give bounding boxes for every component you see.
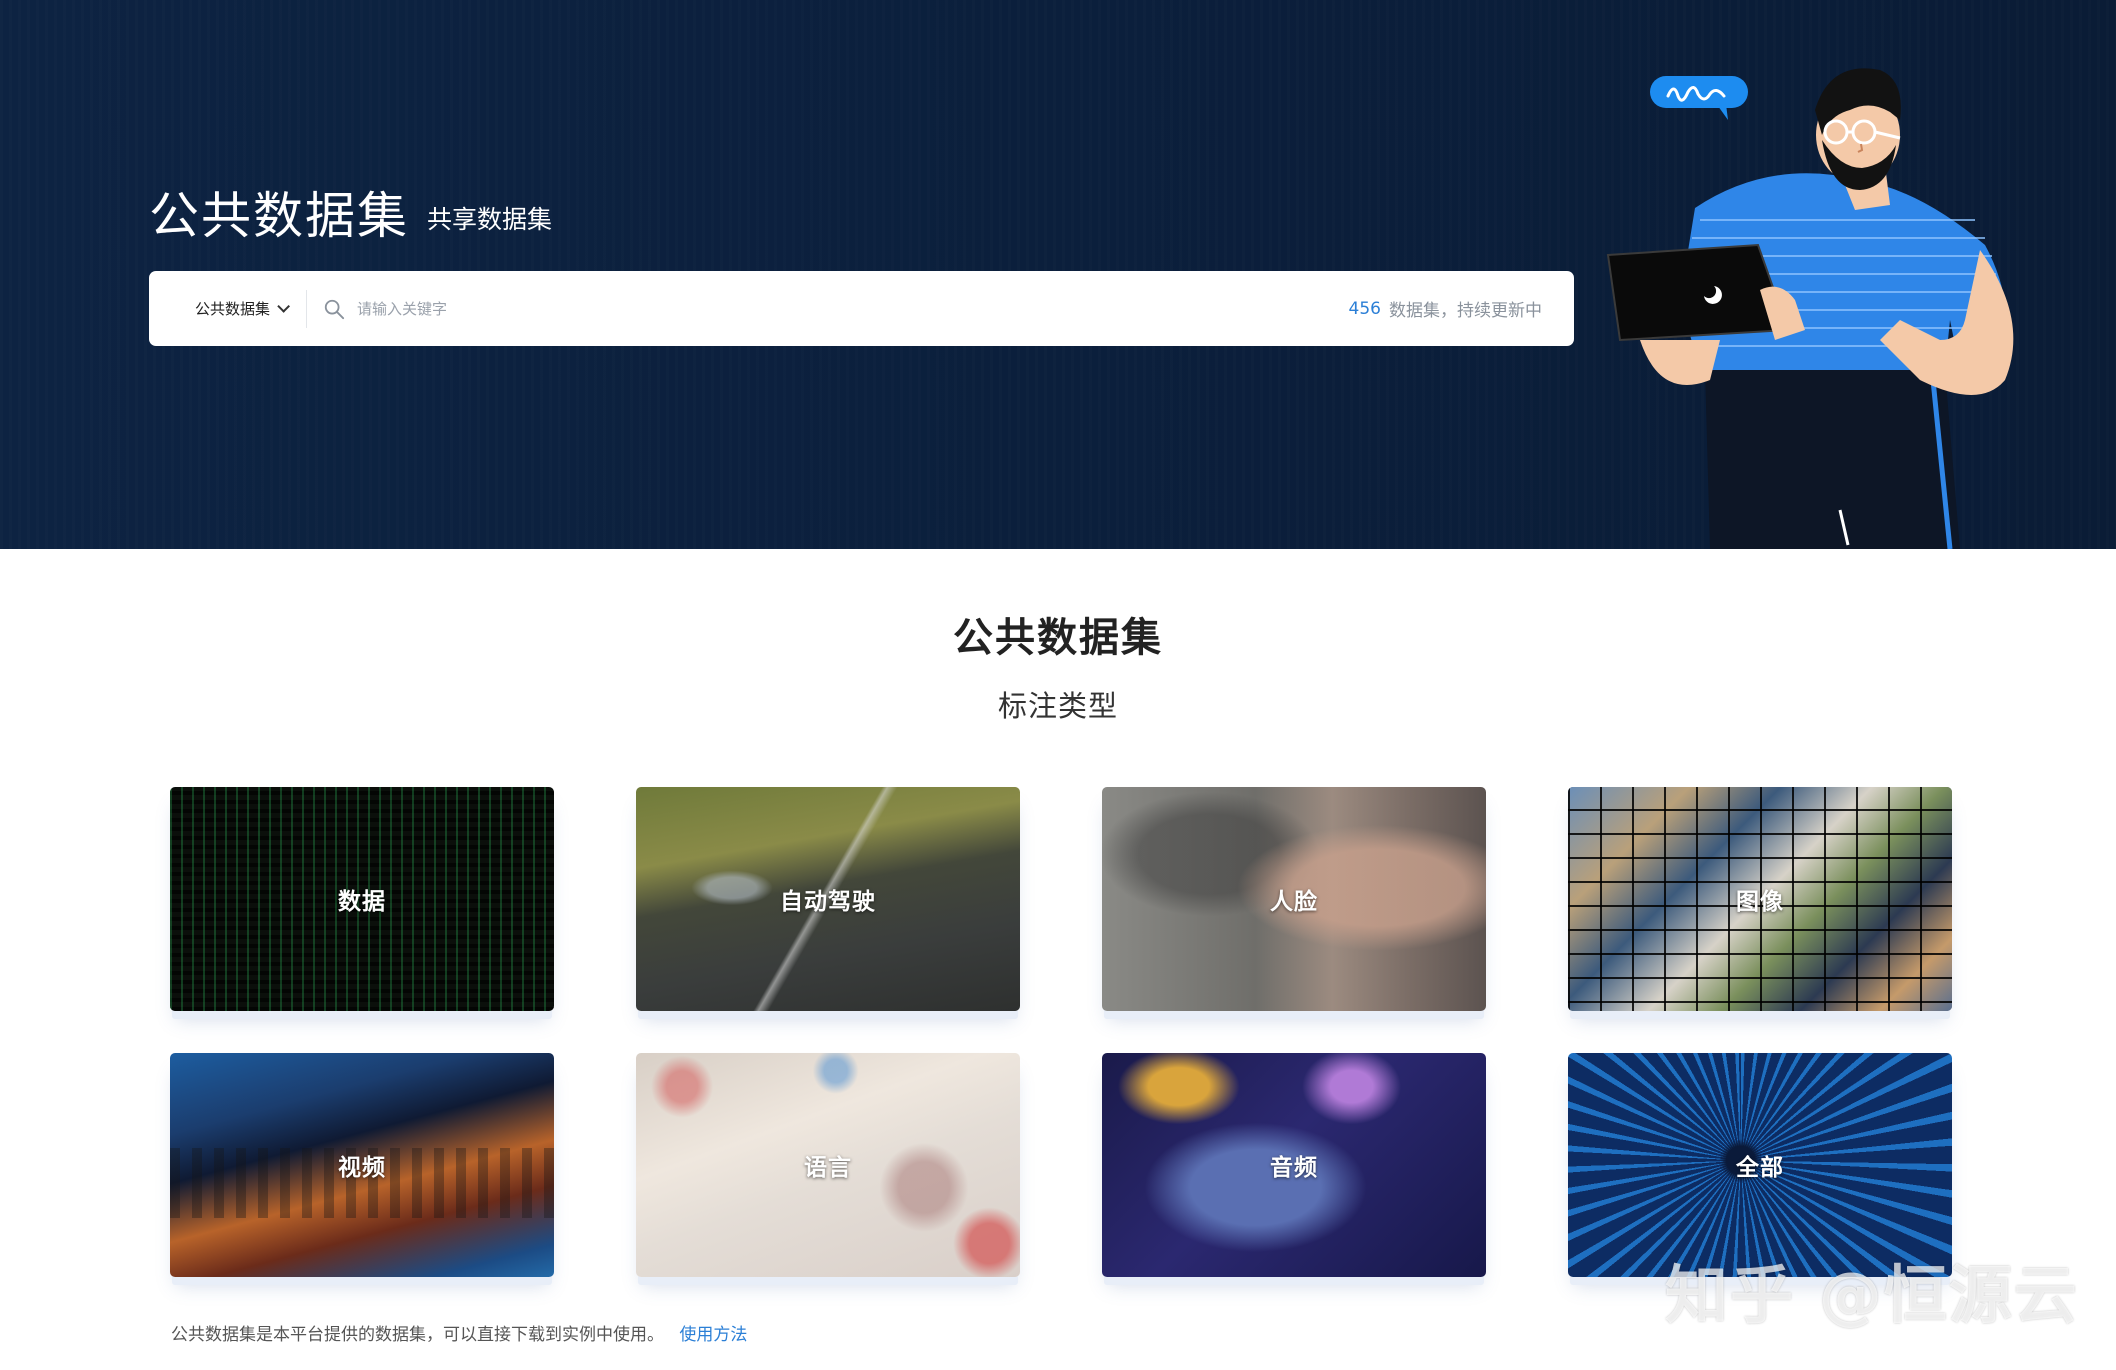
watermark: 知乎 @恒源云 (1665, 1259, 2079, 1332)
category-card-data[interactable]: 数据 (170, 787, 554, 1011)
search-scope-dropdown[interactable]: 公共数据集 (195, 298, 291, 319)
category-card-label: 全部 (1736, 1155, 1784, 1181)
search-input[interactable] (357, 299, 1298, 318)
category-card-autonomous-driving[interactable]: 自动驾驶 (636, 787, 1020, 1011)
category-card-language[interactable]: 语言 (636, 1053, 1020, 1277)
category-card-audio[interactable]: 音频 (1102, 1053, 1486, 1277)
category-card-all[interactable]: 全部 (1568, 1053, 1952, 1277)
hero-banner: 公共数据集 共享数据集 公共数据集 456 数据集，持续更新中 (0, 0, 2116, 549)
category-card-label: 人脸 (1270, 889, 1318, 915)
category-card-label: 语言 (804, 1155, 852, 1181)
category-card-label: 音频 (1270, 1155, 1318, 1181)
hero-title: 公共数据集 (149, 187, 409, 245)
footer-note: 公共数据集是本平台提供的数据集，可以直接下载到实例中使用。 使用方法 (171, 1320, 747, 1345)
category-card-label: 图像 (1736, 889, 1784, 915)
section-title: 公共数据集 (953, 615, 1163, 661)
category-card-video[interactable]: 视频 (170, 1053, 554, 1277)
developer-illustration (1606, 68, 2014, 549)
hero-subtitle-tab[interactable]: 共享数据集 (427, 200, 552, 236)
category-card-label: 自动驾驶 (780, 889, 876, 915)
category-card-label: 数据 (338, 889, 386, 915)
category-card-image[interactable]: 图像 (1568, 787, 1952, 1011)
dataset-count-number: 456 (1348, 298, 1381, 319)
dataset-count: 456 数据集，持续更新中 (1349, 271, 1542, 346)
speech-bubble-icon (1650, 76, 1748, 120)
search-icon (323, 298, 345, 320)
category-card-face[interactable]: 人脸 (1102, 787, 1486, 1011)
usage-link[interactable]: 使用方法 (679, 1325, 747, 1345)
footer-note-text: 公共数据集是本平台提供的数据集，可以直接下载到实例中使用。 (171, 1325, 664, 1345)
search-scope-label: 公共数据集 (195, 300, 271, 318)
section-subtitle: 标注类型 (997, 689, 1118, 723)
dataset-count-suffix: 数据集，持续更新中 (1389, 301, 1542, 321)
category-card-label: 视频 (338, 1155, 386, 1181)
chevron-down-icon (277, 300, 291, 313)
search-bar: 公共数据集 456 数据集，持续更新中 (149, 271, 1574, 346)
search-divider (306, 289, 308, 328)
